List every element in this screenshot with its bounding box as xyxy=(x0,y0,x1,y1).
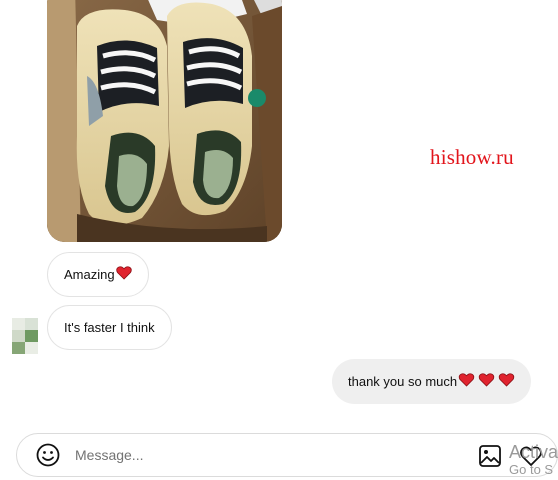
message-bubble-outgoing[interactable]: thank you so much xyxy=(332,359,532,404)
emoji-icon[interactable] xyxy=(36,443,60,467)
avatar[interactable] xyxy=(12,318,38,354)
message-text: Amazing xyxy=(64,267,115,282)
message-text: thank you so much xyxy=(348,374,458,389)
message-bubble-incoming[interactable]: It's faster I think xyxy=(47,305,172,350)
heart-emoji-icon xyxy=(478,373,495,390)
heart-icon[interactable] xyxy=(519,444,543,468)
heart-emoji-icon xyxy=(498,373,515,390)
image-icon[interactable] xyxy=(478,444,502,468)
sneakers-image xyxy=(47,0,282,242)
watermark-text: hishow.ru xyxy=(430,145,514,169)
heart-emoji-icon xyxy=(115,266,132,283)
message-input[interactable] xyxy=(75,444,455,466)
message-composer xyxy=(16,433,558,477)
message-text: It's faster I think xyxy=(64,320,155,335)
shared-photo[interactable] xyxy=(47,0,282,242)
heart-emoji-icon xyxy=(458,373,475,390)
message-bubble-incoming[interactable]: Amazing xyxy=(47,252,149,297)
